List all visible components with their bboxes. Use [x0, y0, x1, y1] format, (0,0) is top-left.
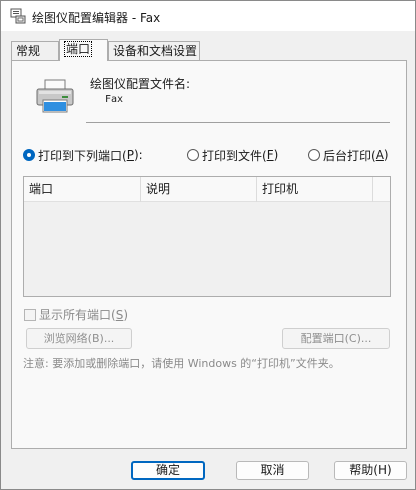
window-title: 绘图仪配置编辑器 - Fax [32, 11, 161, 25]
show-all-ports-key: S [115, 307, 124, 322]
plotter-app-icon [10, 8, 26, 24]
radio-indicator [23, 149, 35, 161]
radio-background-label: 后台打印( [323, 148, 376, 163]
tab-device-document-settings[interactable]: 设备和文档设置 [108, 41, 200, 60]
separator-line [86, 122, 390, 123]
show-all-ports-label: 显示所有端口( [39, 308, 116, 322]
help-button[interactable]: 帮助(H) [334, 461, 407, 480]
column-header-printer[interactable]: 打印机 [257, 177, 373, 202]
radio-print-to-port-label: 打印到下列端口( [38, 148, 127, 163]
dialog-window: 绘图仪配置编辑器 - Fax 常规 端口 设备和文档设置 绘图仪配置文件名: F… [0, 0, 416, 490]
show-all-ports-checkbox[interactable]: 显示所有端口(S) [24, 306, 128, 323]
radio-background-key: A [375, 148, 384, 162]
column-header-filler [373, 177, 390, 202]
show-all-ports-end: ) [123, 307, 128, 322]
column-header-port[interactable]: 端口 [24, 177, 141, 202]
radio-print-to-port-key: P [126, 148, 134, 162]
port-tab-panel: 绘图仪配置文件名: Fax 打印到下列端口(P): 打印到文件(F) 后台打印(… [11, 60, 407, 449]
config-file-name: Fax [105, 94, 124, 105]
radio-background-end: ) [383, 148, 389, 162]
cancel-button[interactable]: 取消 [236, 461, 309, 480]
ok-button[interactable]: 确定 [131, 461, 205, 480]
radio-background-print[interactable]: 后台打印(A) [308, 147, 389, 163]
radio-print-to-port-end: ): [133, 148, 143, 162]
radio-indicator [187, 149, 199, 161]
tab-port[interactable]: 端口 [59, 39, 108, 61]
radio-print-to-file[interactable]: 打印到文件(F) [187, 147, 278, 163]
port-list-header: 端口 说明 打印机 [24, 177, 390, 202]
radio-print-to-file-label: 打印到文件( [202, 148, 267, 163]
printer-icon [36, 79, 74, 113]
tab-general[interactable]: 常规 [11, 41, 59, 60]
checkbox-box [24, 308, 36, 321]
radio-print-to-file-end: ) [273, 148, 279, 162]
note-text: 注意: 要添加或删除端口，请使用 Windows 的“打印机”文件夹。 [23, 357, 340, 370]
radio-print-to-file-key: F [266, 148, 274, 162]
tab-general-label: 常规 [16, 44, 41, 58]
tab-devices-label: 设备和文档设置 [113, 44, 198, 58]
port-list[interactable]: 端口 说明 打印机 [23, 176, 391, 297]
tab-port-label: 端口 [64, 41, 93, 57]
configure-port-button[interactable]: 配置端口(C)... [282, 328, 390, 349]
column-header-description[interactable]: 说明 [141, 177, 257, 202]
browse-network-button[interactable]: 浏览网络(B)... [26, 328, 132, 349]
config-file-label: 绘图仪配置文件名: [90, 77, 191, 91]
title-bar[interactable]: 绘图仪配置编辑器 - Fax [1, 1, 415, 31]
radio-print-to-port[interactable]: 打印到下列端口(P): [23, 147, 143, 163]
radio-indicator [308, 149, 320, 161]
